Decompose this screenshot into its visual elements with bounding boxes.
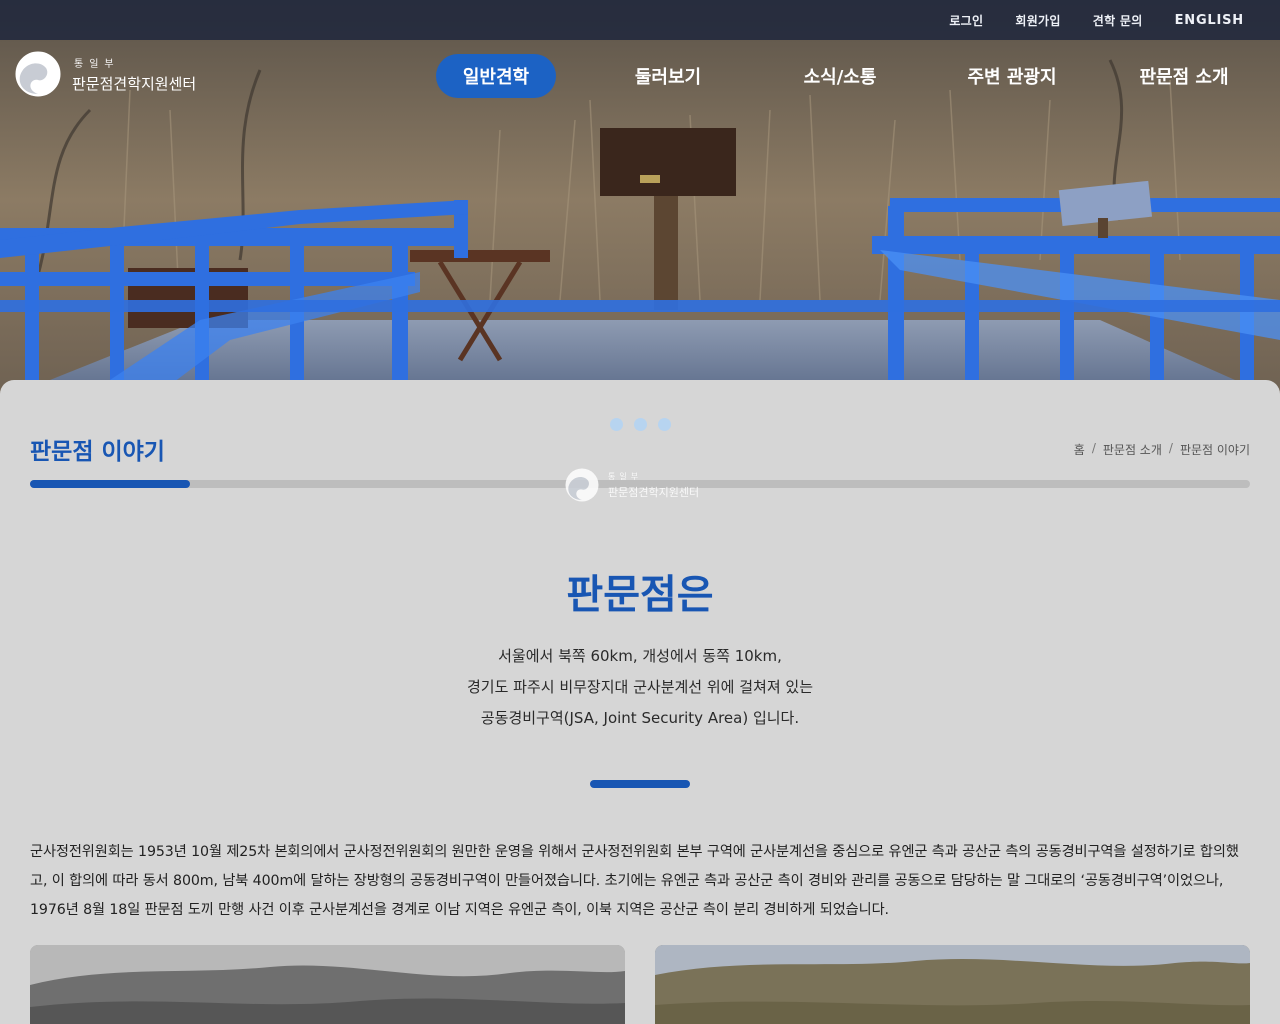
nav-item-look-around[interactable]: 둘러보기 xyxy=(582,54,754,98)
taegeuk-logo-icon xyxy=(15,51,61,97)
section-heading: 판문점은 xyxy=(566,572,714,618)
signup-link[interactable]: 회원가입 xyxy=(1015,12,1060,29)
intro-line: 경기도 파주시 비무장지대 군사분계선 위에 걸쳐져 있는 xyxy=(466,678,813,696)
logo-ministry: 통일부 xyxy=(74,58,120,70)
section-divider xyxy=(590,780,690,788)
nav-label: 소식/소통 xyxy=(803,67,877,88)
breadcrumb-current: 판문점 이야기 xyxy=(1179,443,1250,457)
body-paragraph: 군사정전위원회는 1953년 10월 제25차 본회의에서 군사정전위원회의 원… xyxy=(30,844,1239,918)
site-logo[interactable]: 통일부 판문점견학지원센터 xyxy=(14,50,196,98)
utility-links: 로그인 회원가입 견학 문의 ENGLISH xyxy=(949,0,1244,40)
logo-center-name: 판문점견학지원센터 xyxy=(72,74,197,93)
breadcrumb-separator: / xyxy=(1091,441,1096,455)
intro-line: 공동경비구역(JSA, Joint Security Area) 입니다. xyxy=(480,709,800,727)
breadcrumb-home[interactable]: 홈 xyxy=(1074,441,1085,458)
nav-item-general-tour[interactable]: 일반견학 xyxy=(410,54,582,98)
nav-item-panmunjom-intro[interactable]: 판문점 소개 xyxy=(1098,54,1270,98)
login-link[interactable]: 로그인 xyxy=(949,12,983,29)
tour-inquiry-link[interactable]: 견학 문의 xyxy=(1093,12,1143,29)
nav-label: 판문점 소개 xyxy=(1139,67,1229,88)
breadcrumb: 홈 / 판문점 소개 / 판문점 이야기 xyxy=(1074,441,1250,458)
title-underline-accent xyxy=(30,480,190,488)
english-link[interactable]: ENGLISH xyxy=(1175,13,1244,28)
nav-item-nearby-attractions[interactable]: 주변 관광지 xyxy=(926,54,1098,98)
page-title: 판문점 이야기 xyxy=(30,439,165,465)
utility-bar: 로그인 회원가입 견학 문의 ENGLISH xyxy=(0,0,1280,40)
main-navigation: 일반견학 둘러보기 소식/소통 주변 관광지 판문점 소개 xyxy=(410,54,1270,98)
intro-text: 서울에서 북쪽 60km, 개성에서 동쪽 10km, 경기도 파주시 비무장지… xyxy=(0,641,1280,734)
nav-label: 일반견학 xyxy=(435,54,557,98)
loading-logo-watermark: 통일부 판문점견학지원센터 xyxy=(564,467,699,503)
watermark-ministry: 통일부 xyxy=(608,471,643,481)
landscape-photo-right xyxy=(655,945,1250,1024)
historic-photo-left xyxy=(30,945,625,1024)
nav-item-news[interactable]: 소식/소통 xyxy=(754,54,926,98)
nav-label: 둘러보기 xyxy=(634,67,702,88)
hero-banner: 로그인 회원가입 견학 문의 ENGLISH 통일부 판문점견학지원센터 일반견… xyxy=(0,0,1280,400)
loading-dots xyxy=(0,418,1280,431)
loading-dot xyxy=(609,418,623,431)
loading-dot xyxy=(633,418,647,431)
logo-text: 통일부 판문점견학지원센터 xyxy=(72,55,196,94)
loading-dot xyxy=(657,418,671,431)
intro-line: 서울에서 북쪽 60km, 개성에서 동쪽 10km, xyxy=(498,647,782,665)
watermark-center-name: 판문점견학지원센터 xyxy=(608,485,700,499)
watermark-text: 통일부 판문점견학지원센터 xyxy=(608,471,699,500)
breadcrumb-separator: / xyxy=(1168,441,1173,455)
taegeuk-logo-icon xyxy=(565,468,599,502)
breadcrumb-item[interactable]: 판문점 소개 xyxy=(1103,441,1162,458)
nav-label: 주변 관광지 xyxy=(967,67,1057,88)
